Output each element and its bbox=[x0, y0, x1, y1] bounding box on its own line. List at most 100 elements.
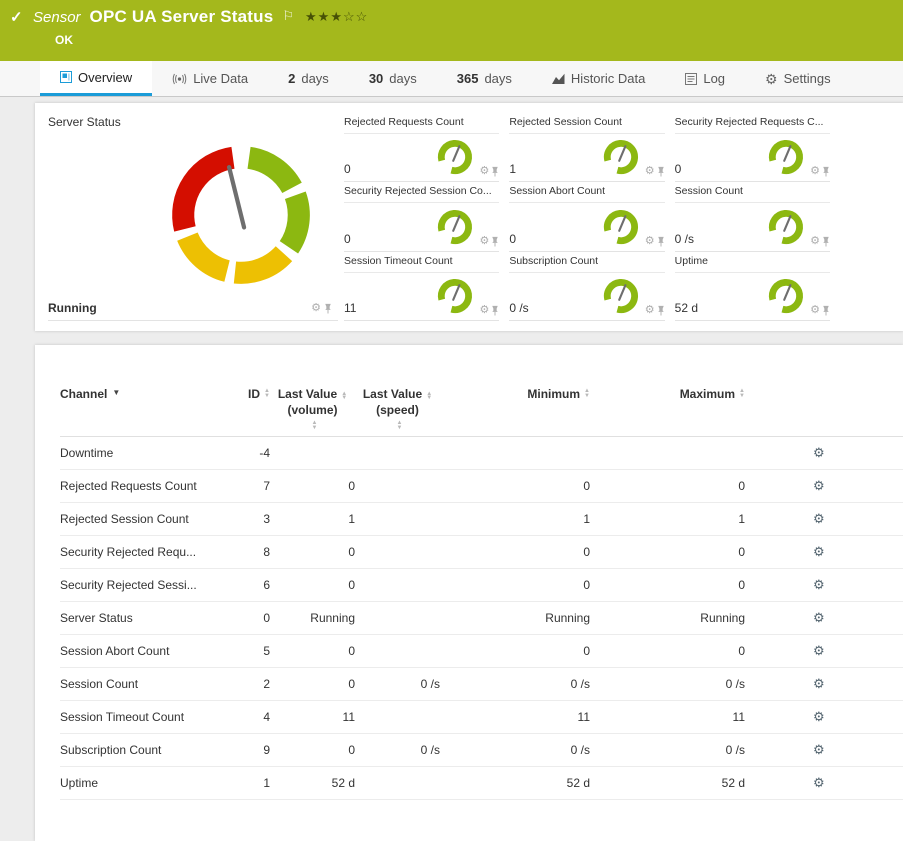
gear-icon[interactable]: ⚙ bbox=[810, 305, 820, 316]
pin-icon[interactable] bbox=[491, 305, 499, 316]
pin-icon[interactable] bbox=[822, 305, 830, 316]
column-header-minimum[interactable]: Minimum ▲▼ bbox=[440, 387, 590, 428]
cell-maximum: 0 bbox=[590, 578, 745, 592]
column-header-last-value-volume[interactable]: Last Value▲▼ (volume) ▲▼ bbox=[270, 387, 355, 428]
header-label: Last Value bbox=[278, 387, 337, 401]
pin-icon[interactable] bbox=[657, 166, 665, 177]
cell-last-value-volume: 1 bbox=[270, 512, 355, 526]
gear-icon[interactable]: ⚙ bbox=[645, 305, 655, 316]
sort-icon[interactable]: ▲▼ bbox=[584, 389, 590, 398]
tab-365-days[interactable]: 365 days bbox=[437, 61, 532, 96]
sort-down-icon: ▼ bbox=[312, 426, 318, 431]
mini-gauge-value: 1 bbox=[509, 162, 599, 178]
gear-icon[interactable]: ⚙ bbox=[311, 303, 321, 314]
tab-log[interactable]: Log bbox=[665, 61, 745, 96]
sort-icon[interactable]: ▲▼ bbox=[341, 392, 347, 401]
tab-settings[interactable]: ⚙ Settings bbox=[745, 61, 851, 96]
gear-icon[interactable]: ⚙ bbox=[810, 236, 820, 247]
cell-channel: Subscription Count bbox=[60, 743, 230, 757]
sort-down-icon: ▼ bbox=[397, 426, 403, 431]
pin-icon[interactable] bbox=[491, 236, 499, 247]
pin-icon[interactable] bbox=[491, 166, 499, 177]
mini-gauge-dial bbox=[600, 275, 642, 317]
log-icon bbox=[685, 73, 697, 85]
mini-gauge-cell: Session Abort Count 0 ⚙ bbox=[509, 182, 664, 251]
gear-icon[interactable]: ⚙ bbox=[479, 305, 489, 316]
tab-bar: Overview Live Data 2 days 30 days 365 da… bbox=[0, 61, 903, 97]
star-icon[interactable]: ☆ bbox=[343, 9, 356, 24]
sort-icon[interactable]: ▲▼ bbox=[312, 421, 318, 430]
pin-icon[interactable] bbox=[324, 303, 332, 314]
mini-gauge-dial bbox=[600, 206, 642, 248]
mini-gauge-value: 0 /s bbox=[675, 232, 765, 248]
object-kind-label: Sensor bbox=[33, 9, 81, 26]
pin-icon[interactable] bbox=[822, 166, 830, 177]
sort-icon[interactable]: ▲▼ bbox=[426, 392, 432, 401]
cell-id: 7 bbox=[230, 479, 270, 493]
channel-settings-gear-icon[interactable]: ⚙ bbox=[813, 643, 825, 658]
tab-label: Log bbox=[703, 71, 725, 86]
column-header-last-value-speed[interactable]: Last Value▲▼ (speed) ▲▼ bbox=[355, 387, 440, 428]
header-label: Last Value bbox=[363, 387, 422, 401]
cell-minimum: 52 d bbox=[440, 776, 590, 790]
cell-maximum: 11 bbox=[590, 710, 745, 724]
column-header-maximum[interactable]: Maximum ▲▼ bbox=[590, 387, 745, 428]
table-row: Rejected Requests Count 7 0 0 0 ⚙ bbox=[60, 470, 903, 503]
star-icon[interactable]: ★ bbox=[305, 9, 318, 24]
column-header-channel[interactable]: Channel ▼ bbox=[60, 387, 230, 428]
star-icon[interactable]: ★ bbox=[330, 9, 343, 24]
gear-icon[interactable]: ⚙ bbox=[810, 166, 820, 177]
channel-settings-gear-icon[interactable]: ⚙ bbox=[813, 742, 825, 757]
cell-maximum: 0 bbox=[590, 545, 745, 559]
pin-icon[interactable] bbox=[657, 236, 665, 247]
tab-live-data[interactable]: Live Data bbox=[152, 61, 268, 96]
sort-icon[interactable]: ▲▼ bbox=[264, 389, 270, 398]
gear-icon[interactable]: ⚙ bbox=[479, 236, 489, 247]
gear-icon[interactable]: ⚙ bbox=[645, 166, 655, 177]
cell-id: 8 bbox=[230, 545, 270, 559]
channel-settings-gear-icon[interactable]: ⚙ bbox=[813, 445, 825, 460]
channel-settings-gear-icon[interactable]: ⚙ bbox=[813, 610, 825, 625]
pin-icon[interactable] bbox=[822, 236, 830, 247]
tab-30-days[interactable]: 30 days bbox=[349, 61, 437, 96]
cell-last-value-volume: 0 bbox=[270, 479, 355, 493]
tab-overview[interactable]: Overview bbox=[40, 61, 152, 96]
sort-icon[interactable]: ▲▼ bbox=[739, 389, 745, 398]
header-label: Channel bbox=[60, 387, 107, 401]
tab-number: 2 bbox=[288, 71, 295, 86]
channel-settings-gear-icon[interactable]: ⚙ bbox=[813, 676, 825, 691]
cell-id: 3 bbox=[230, 512, 270, 526]
tab-historic-data[interactable]: Historic Data bbox=[532, 61, 665, 96]
mini-gauge-cell: Uptime 52 d ⚙ bbox=[675, 252, 830, 321]
sort-icon[interactable]: ▲▼ bbox=[397, 421, 403, 430]
cell-channel: Rejected Requests Count bbox=[60, 479, 230, 493]
header-label: Minimum bbox=[527, 387, 580, 401]
gauges-panel: Server Status Running ⚙ Rejected Request… bbox=[35, 103, 903, 331]
mini-gauge-label: Security Rejected Requests C... bbox=[675, 113, 830, 134]
mini-gauge-value: 0 /s bbox=[509, 301, 599, 317]
column-header-id[interactable]: ID ▲▼ bbox=[230, 387, 270, 428]
caret-down-icon: ▼ bbox=[112, 388, 120, 397]
channels-table-panel: Channel ▼ ID ▲▼ Last Value▲▼ (volume) ▲▼… bbox=[35, 345, 903, 841]
channel-settings-gear-icon[interactable]: ⚙ bbox=[813, 511, 825, 526]
channel-settings-gear-icon[interactable]: ⚙ bbox=[813, 709, 825, 724]
cell-channel: Uptime bbox=[60, 776, 230, 790]
server-status-gauge-cell: Server Status Running ⚙ bbox=[48, 113, 338, 321]
channel-settings-gear-icon[interactable]: ⚙ bbox=[813, 478, 825, 493]
table-row: Downtime -4 ⚙ bbox=[60, 437, 903, 470]
gear-icon[interactable]: ⚙ bbox=[645, 236, 655, 247]
gauge-needle bbox=[229, 167, 244, 227]
tab-2-days[interactable]: 2 days bbox=[268, 61, 349, 96]
gear-icon[interactable]: ⚙ bbox=[479, 166, 489, 177]
table-row: Rejected Session Count 3 1 1 1 ⚙ bbox=[60, 503, 903, 536]
pin-icon[interactable] bbox=[657, 305, 665, 316]
priority-rating[interactable]: ★★★☆☆ bbox=[305, 9, 368, 25]
cell-maximum: 0 bbox=[590, 479, 745, 493]
star-icon[interactable]: ☆ bbox=[356, 9, 369, 24]
channel-settings-gear-icon[interactable]: ⚙ bbox=[813, 544, 825, 559]
channel-settings-gear-icon[interactable]: ⚙ bbox=[813, 775, 825, 790]
star-icon[interactable]: ★ bbox=[318, 9, 331, 24]
cell-minimum: 0 bbox=[440, 479, 590, 493]
mini-gauge-cell: Subscription Count 0 /s ⚙ bbox=[509, 252, 664, 321]
channel-settings-gear-icon[interactable]: ⚙ bbox=[813, 577, 825, 592]
